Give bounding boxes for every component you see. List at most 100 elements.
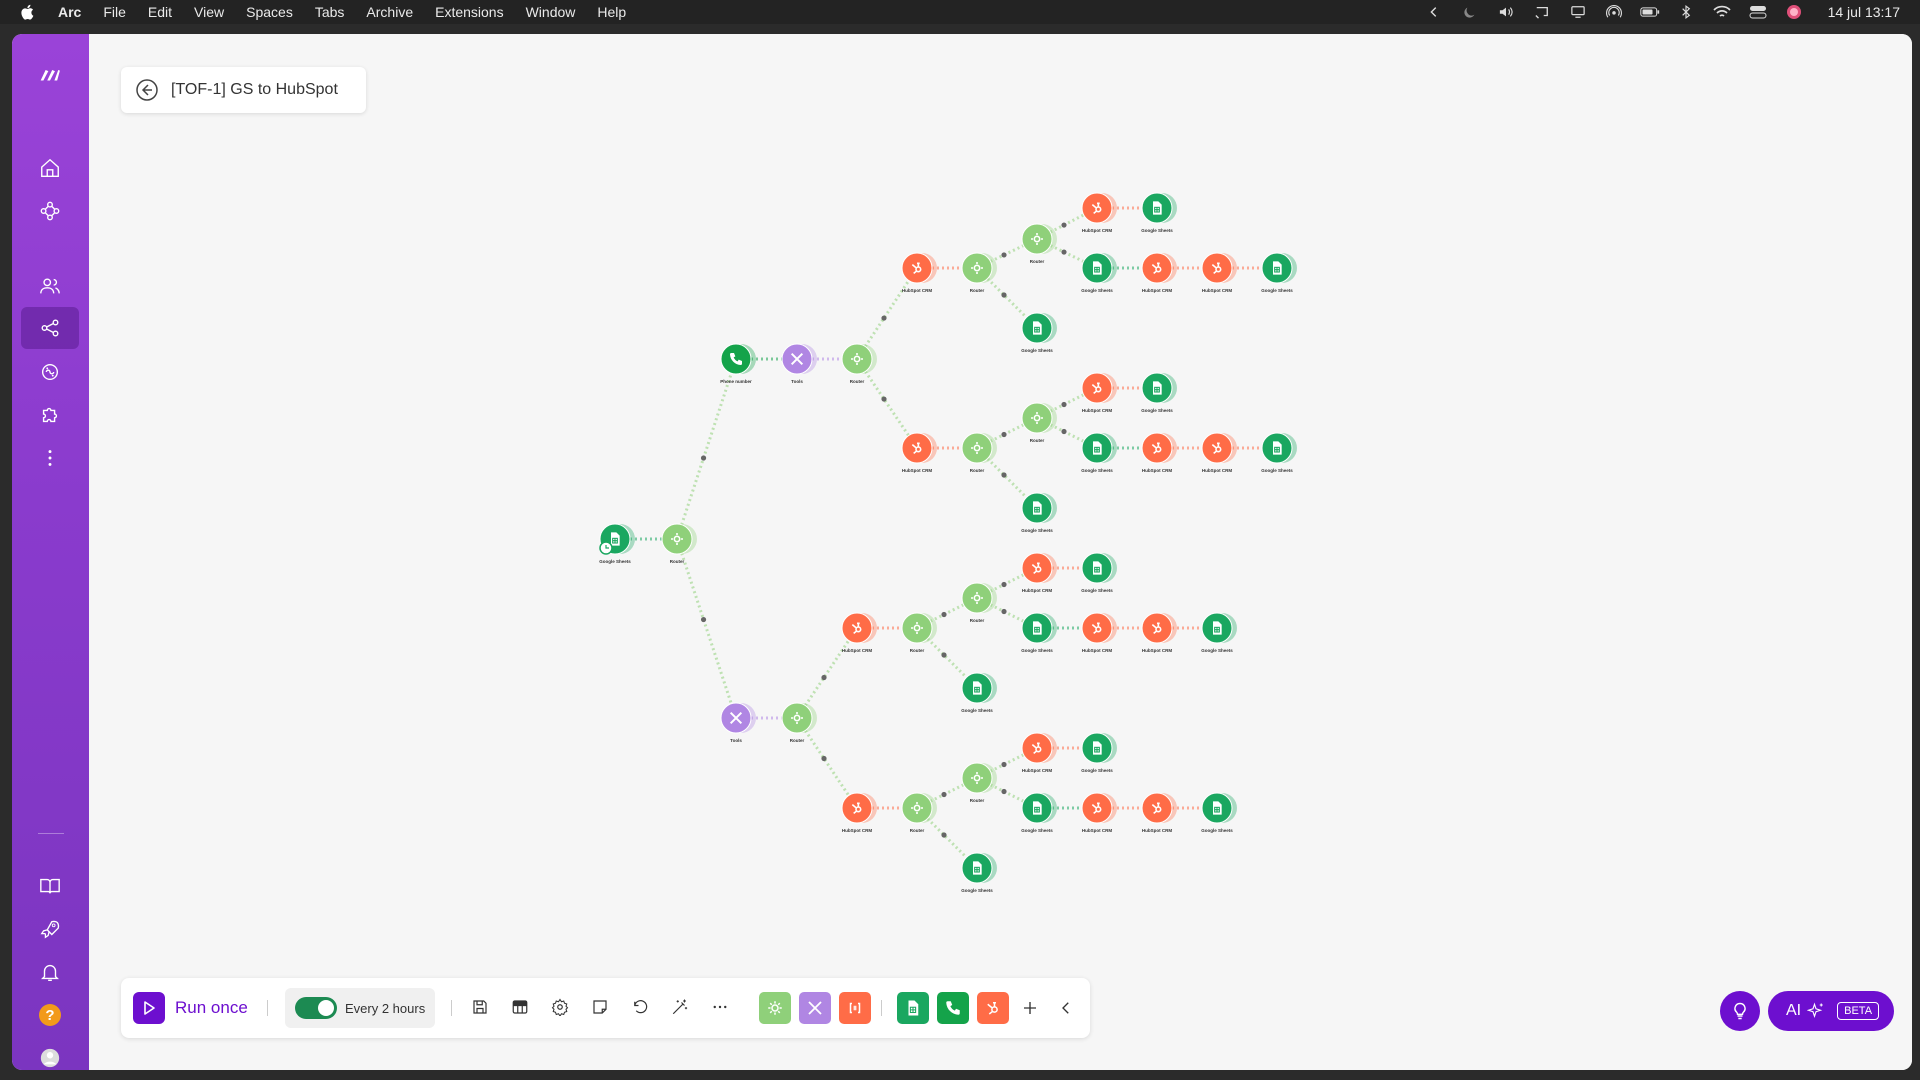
magic-wand-icon[interactable] [667,994,693,1020]
sidebar-item-docs[interactable] [21,865,79,907]
module-router-r9[interactable]: Router [901,792,937,833]
blueprint-icon[interactable] [507,994,533,1020]
chevron-left-icon[interactable] [1424,4,1444,20]
filter-dot[interactable] [941,652,947,658]
filter-dot[interactable] [1001,472,1007,478]
cast-icon[interactable] [1532,4,1552,20]
sidebar-item-connections[interactable] [21,351,79,393]
notes-icon[interactable] [587,994,613,1020]
module-router-r5[interactable]: Router [1021,402,1057,443]
filter-dot[interactable] [941,611,947,618]
module-tools-tl2[interactable]: Tools [720,702,756,743]
module-sheets-g15[interactable]: Google Sheets [1021,792,1057,833]
module-sheets-g13[interactable]: Google Sheets [961,672,997,713]
module-hub-h15[interactable]: HubSpot CRM [1081,792,1117,833]
module-hub-h8[interactable]: HubSpot CRM [1201,432,1237,473]
filter-dot[interactable] [1001,581,1007,588]
module-sheets-g11[interactable]: Google Sheets [1021,612,1057,653]
sheets-icon[interactable] [897,992,929,1024]
module-sheets-g7[interactable]: Google Sheets [1081,432,1117,473]
filter-dot[interactable] [941,832,947,838]
sidebar-item-more[interactable] [21,437,79,479]
module-hub-h3[interactable]: HubSpot CRM [1141,252,1177,293]
module-hub-h11[interactable]: HubSpot CRM [1081,612,1117,653]
module-hub-h6[interactable]: HubSpot CRM [1081,372,1117,413]
module-hub-h13[interactable]: HubSpot CRM [841,792,877,833]
module-router-r3[interactable]: Router [1021,223,1057,264]
phone-icon[interactable] [937,992,969,1024]
control-center-icon[interactable] [1748,4,1768,20]
filter-dot[interactable] [881,315,887,321]
menu-archive[interactable]: Archive [366,4,413,20]
filter-dot[interactable] [1001,761,1007,768]
wifi-icon[interactable] [1712,4,1732,20]
module-router-r7[interactable]: Router [901,612,937,653]
module-router-r0[interactable]: Router [661,523,697,564]
scenario-canvas[interactable]: [TOF-1] GS to HubSpot Google Sheets Route… [89,34,1912,1070]
battery-icon[interactable] [1639,4,1660,20]
menu-extensions[interactable]: Extensions [435,4,503,20]
sidebar-item-whats-new[interactable] [21,908,79,950]
filter-dot[interactable] [1001,431,1007,438]
module-hub-h2[interactable]: HubSpot CRM [1081,192,1117,233]
sidebar-item-apps[interactable] [21,394,79,436]
module-router-r8[interactable]: Router [961,582,997,623]
schedule-control[interactable]: Every 2 hours [285,988,435,1028]
menu-view[interactable]: View [194,4,224,20]
module-hub-h5[interactable]: HubSpot CRM [901,432,937,473]
module-sheets-g4[interactable]: Google Sheets [1261,252,1297,293]
filter-dot[interactable] [881,396,887,402]
hint-button[interactable] [1720,991,1760,1031]
schedule-label[interactable]: Every 2 hours [345,1001,425,1016]
hubspot-icon[interactable] [977,992,1009,1024]
module-sheets-g17[interactable]: Google Sheets [961,852,997,893]
filter-dot[interactable] [821,674,827,681]
settings-icon[interactable] [547,994,573,1020]
filter-dot[interactable] [700,455,707,461]
menu-edit[interactable]: Edit [148,4,172,20]
module-sheets-g16[interactable]: Google Sheets [1201,792,1237,833]
sidebar-item-scenarios[interactable] [21,307,79,349]
module-hub-h9[interactable]: HubSpot CRM [841,612,877,653]
flow-connection[interactable] [675,358,738,540]
filter-dot[interactable] [700,616,707,623]
plus-icon[interactable] [1017,995,1043,1021]
sidebar-item-notifications[interactable] [21,951,79,993]
make-logo[interactable] [21,54,79,96]
collapse-icon[interactable] [1053,995,1079,1021]
save-icon[interactable] [467,994,493,1020]
sidebar-item-help[interactable]: ? [21,994,79,1036]
tools-icon[interactable] [799,992,831,1024]
menu-file[interactable]: File [103,4,126,20]
module-sheets-g12[interactable]: Google Sheets [1201,612,1237,653]
module-hub-h1[interactable]: HubSpot CRM [901,252,937,293]
schedule-clock-icon[interactable] [599,541,613,555]
module-router-r4[interactable]: Router [961,432,997,473]
flow-control-icon[interactable] [759,992,791,1024]
sidebar-item-home[interactable] [21,147,79,189]
filter-dot[interactable] [1001,788,1007,795]
module-sheets-g3[interactable]: Google Sheets [1081,252,1117,293]
menubar-clock[interactable]: 14 jul 13:17 [1828,4,1900,20]
volume-icon[interactable] [1496,4,1516,20]
moon-icon[interactable] [1460,4,1480,20]
airdrop-icon[interactable] [1604,4,1624,20]
filter-dot[interactable] [1061,401,1067,408]
filter-dot[interactable] [1061,222,1067,228]
ai-assistant-button[interactable]: AI BETA [1768,991,1894,1031]
menu-tabs[interactable]: Tabs [315,4,345,20]
filter-dot[interactable] [1061,428,1067,435]
module-sheets-g8[interactable]: Google Sheets [1261,432,1297,473]
module-router-r6[interactable]: Router [781,702,817,743]
bluetooth-icon[interactable] [1676,4,1696,20]
more-icon[interactable] [707,994,733,1020]
module-hub-h7[interactable]: HubSpot CRM [1141,432,1177,473]
module-sheets-g10[interactable]: Google Sheets [1081,552,1117,593]
module-sheets-g5[interactable]: Google Sheets [1021,312,1057,353]
module-hub-h14[interactable]: HubSpot CRM [1021,732,1057,773]
module-sheets-g14[interactable]: Google Sheets [1081,732,1117,773]
module-router-r2[interactable]: Router [961,252,997,293]
filter-dot[interactable] [1001,608,1007,615]
filter-dot[interactable] [1061,249,1067,255]
module-router-r10[interactable]: Router [961,762,997,803]
